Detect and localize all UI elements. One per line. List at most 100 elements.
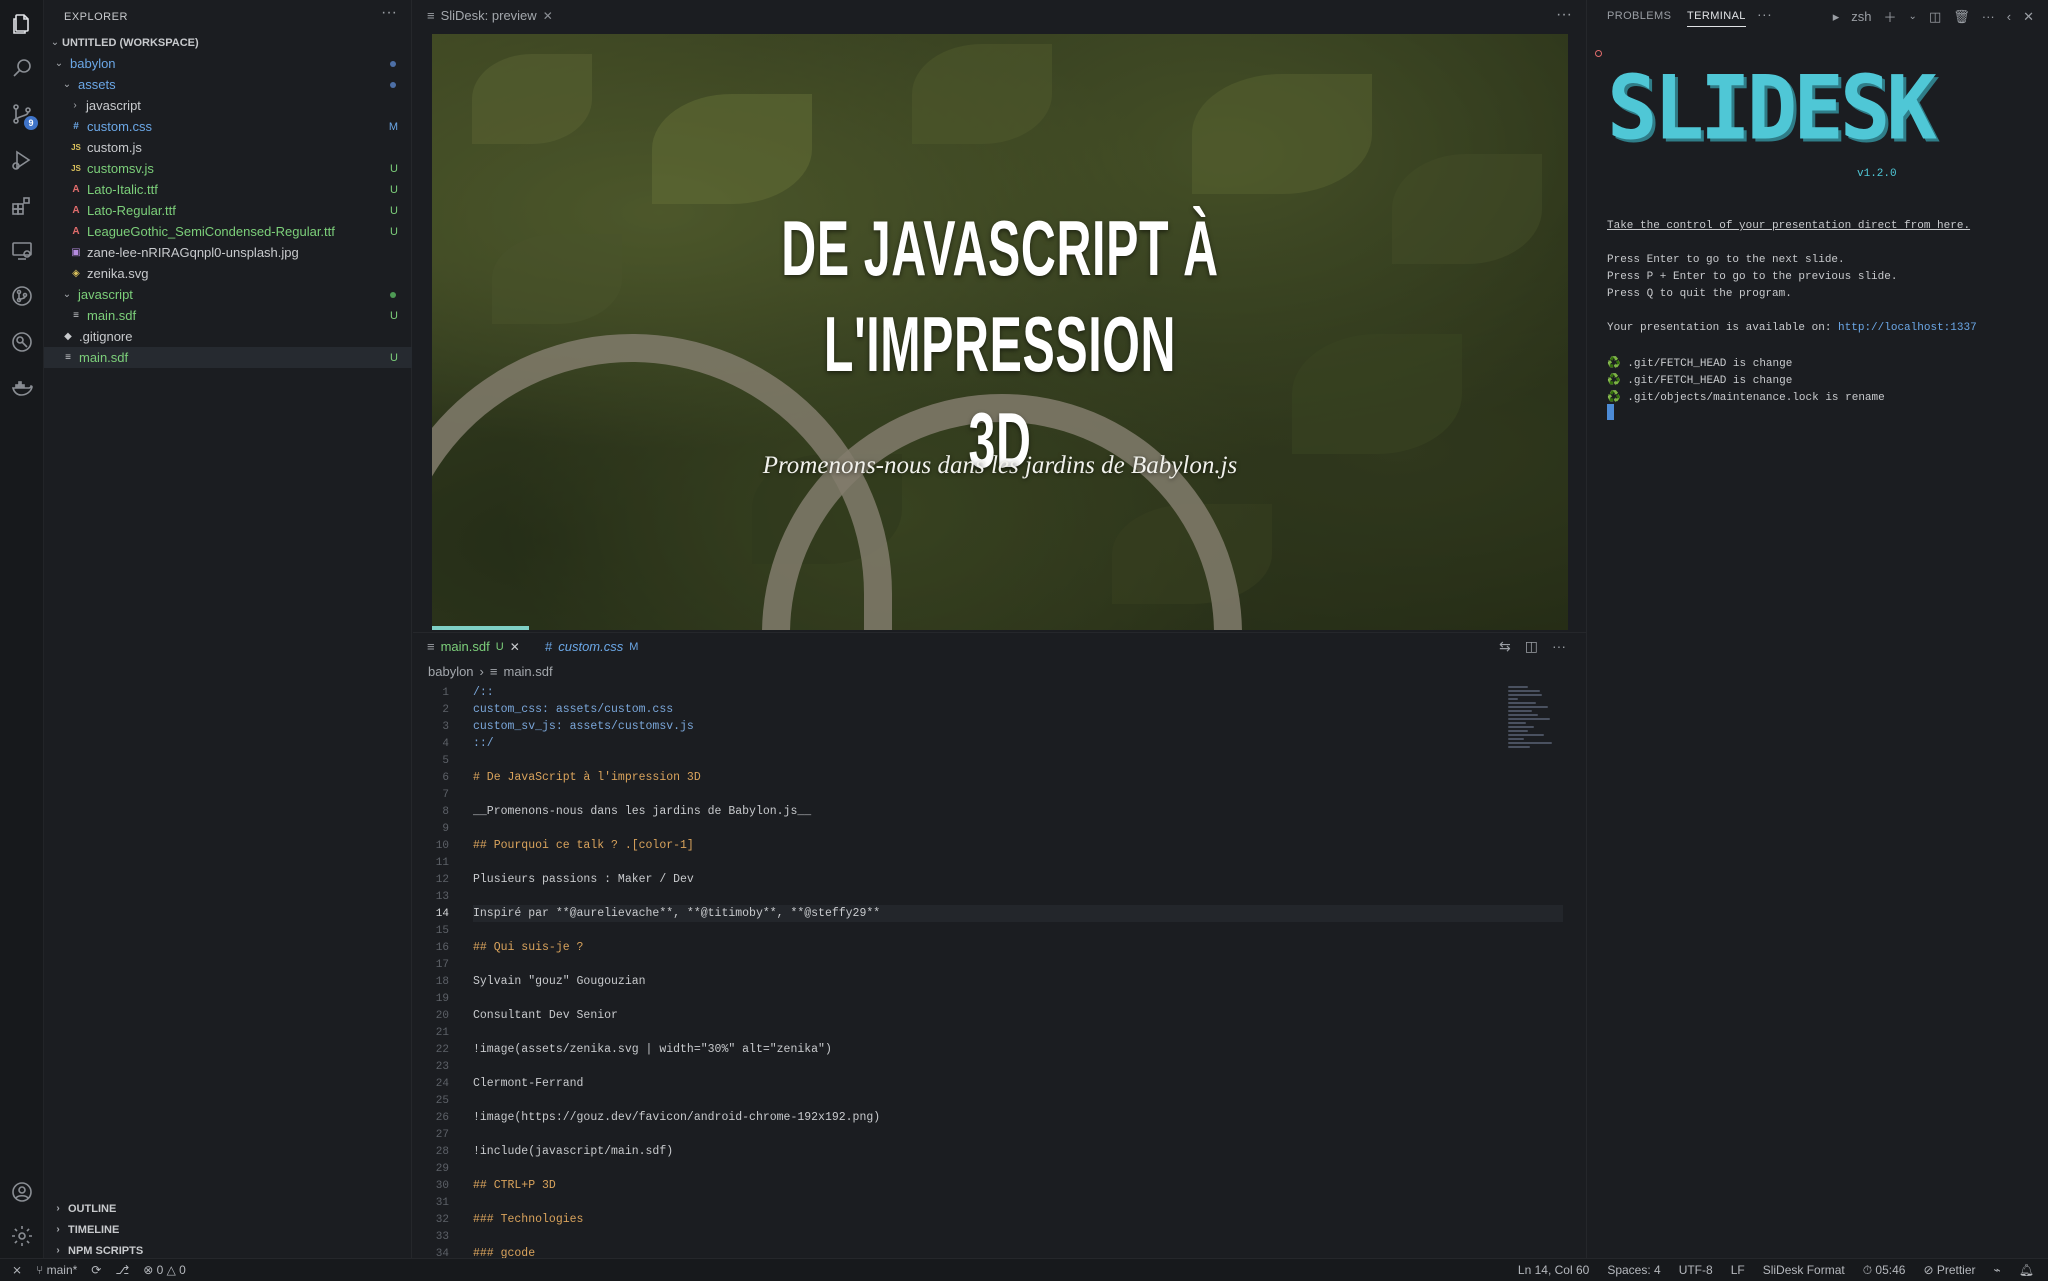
terminal-shell-name[interactable]: zsh bbox=[1851, 9, 1871, 24]
code-line[interactable]: 4::/ bbox=[413, 735, 1513, 752]
breadcrumb-folder[interactable]: babylon bbox=[428, 664, 474, 679]
tree-item[interactable]: ◆ .gitignore bbox=[44, 326, 412, 347]
tree-item[interactable]: ≡ main.sdf U bbox=[44, 347, 412, 368]
code-line[interactable]: 18 Sylvain "gouz" Gougouzian bbox=[413, 973, 1513, 990]
settings-gear-icon[interactable] bbox=[8, 1222, 36, 1250]
close-icon[interactable]: ✕ bbox=[2023, 9, 2034, 25]
editor-more-icon[interactable]: ··· bbox=[1552, 638, 1566, 655]
code-line[interactable]: 14 Inspiré par **@aurelievache**, **@titi… bbox=[436, 905, 1563, 922]
close-icon[interactable]: ✕ bbox=[510, 640, 520, 654]
split-editor-icon[interactable]: ◫ bbox=[1525, 638, 1538, 655]
account-icon[interactable] bbox=[8, 1178, 36, 1206]
code-line[interactable]: 23 bbox=[413, 1058, 1513, 1075]
tree-item[interactable]: ⌄ javascript bbox=[44, 284, 412, 305]
extensions-icon[interactable] bbox=[8, 192, 36, 220]
code-line[interactable]: 16 ## Qui suis-je ? bbox=[413, 939, 1513, 956]
chevron-down-icon[interactable]: ⌄ bbox=[1909, 11, 1917, 22]
code-line[interactable]: 25 bbox=[413, 1092, 1513, 1109]
section-timeline[interactable]: › TIMELINE bbox=[44, 1219, 412, 1240]
code-line[interactable]: 21 bbox=[413, 1024, 1513, 1041]
code-line[interactable]: 27 bbox=[413, 1126, 1513, 1143]
new-terminal-icon[interactable]: ＋ bbox=[1884, 7, 1897, 26]
remote-explorer-icon[interactable] bbox=[8, 236, 36, 264]
code-line[interactable]: 20 Consultant Dev Senior bbox=[413, 1007, 1513, 1024]
trash-icon[interactable]: 🗑 bbox=[1953, 9, 1970, 25]
git-graph-icon[interactable] bbox=[8, 282, 36, 310]
branch-item[interactable]: ⑂ main* bbox=[36, 1263, 77, 1277]
remote-icon[interactable]: ⨯ bbox=[12, 1263, 22, 1277]
tab-terminal[interactable]: TERMINAL bbox=[1687, 10, 1746, 27]
tab-problems[interactable]: PROBLEMS bbox=[1607, 10, 1671, 22]
git-graph-status-icon[interactable]: ⎇ bbox=[115, 1263, 129, 1277]
code-line[interactable]: 34 ### gcode bbox=[413, 1245, 1513, 1258]
code-line[interactable]: 2 custom_css: assets/custom.css bbox=[413, 701, 1513, 718]
tree-item[interactable]: A LeagueGothic_SemiCondensed-Regular.ttf U bbox=[44, 221, 412, 242]
search-icon[interactable] bbox=[8, 54, 36, 82]
explorer-more-icon[interactable]: ··· bbox=[381, 4, 397, 22]
tree-item[interactable]: › javascript bbox=[44, 95, 412, 116]
code-editor[interactable]: 1 /:: 2 custom_css: assets/custom.css 3 custo… bbox=[413, 684, 1586, 1258]
minimap[interactable] bbox=[1508, 684, 1552, 764]
compare-changes-icon[interactable]: ⇆ bbox=[1499, 638, 1511, 655]
sync-icon[interactable]: ⟳ bbox=[91, 1263, 101, 1277]
notifications-icon[interactable]: 🔔︎ bbox=[2019, 1263, 2034, 1277]
code-line[interactable]: 5 bbox=[413, 752, 1513, 769]
code-line[interactable]: 7 bbox=[413, 786, 1513, 803]
code-line[interactable]: 15 bbox=[413, 922, 1513, 939]
code-line[interactable]: 19 bbox=[413, 990, 1513, 1007]
code-line[interactable]: 17 bbox=[413, 956, 1513, 973]
tree-item[interactable]: JS custom.js bbox=[44, 137, 412, 158]
presentation-url-link[interactable]: http://localhost:1337 bbox=[1838, 322, 1977, 334]
end-of-line[interactable]: LF bbox=[1731, 1263, 1745, 1277]
cursor-position[interactable]: Ln 14, Col 60 bbox=[1518, 1263, 1589, 1277]
tree-item[interactable]: ⌄ babylon bbox=[44, 53, 412, 74]
code-line[interactable]: 29 bbox=[413, 1160, 1513, 1177]
workspace-header[interactable]: ⌄ UNTITLED (WORKSPACE) bbox=[44, 32, 412, 53]
gitlens-icon[interactable] bbox=[8, 328, 36, 356]
tab-slidesk-preview[interactable]: ≡ SliDesk: preview ✕ bbox=[427, 8, 553, 23]
code-line[interactable]: 31 bbox=[413, 1194, 1513, 1211]
split-terminal-icon[interactable]: ◫ bbox=[1929, 9, 1941, 25]
explorer-icon[interactable] bbox=[8, 10, 36, 38]
chevron-left-icon[interactable]: ‹ bbox=[2007, 9, 2011, 24]
tree-item[interactable]: ≡ main.sdf U bbox=[44, 305, 412, 326]
tree-item[interactable]: # custom.css M bbox=[44, 116, 412, 137]
encoding[interactable]: UTF-8 bbox=[1679, 1263, 1713, 1277]
indentation[interactable]: Spaces: 4 bbox=[1607, 1263, 1660, 1277]
code-line[interactable]: 8 __Promenons-nous dans les jardins de Ba… bbox=[413, 803, 1513, 820]
tab-custom-css[interactable]: # custom.css M bbox=[545, 639, 638, 654]
language-mode[interactable]: SliDesk Format bbox=[1763, 1263, 1845, 1277]
close-icon[interactable]: ✕ bbox=[543, 9, 553, 23]
code-line[interactable]: 28 !include(javascript/main.sdf) bbox=[413, 1143, 1513, 1160]
code-line[interactable]: 30 ## CTRL+P 3D bbox=[413, 1177, 1513, 1194]
prettier-item[interactable]: ⊘ Prettier bbox=[1923, 1263, 1975, 1277]
code-line[interactable]: 3 custom_sv_js: assets/customsv.js bbox=[413, 718, 1513, 735]
preview-more-icon[interactable]: ··· bbox=[1556, 6, 1572, 24]
breadcrumb-file[interactable]: main.sdf bbox=[503, 664, 552, 679]
panel-more-icon[interactable]: ··· bbox=[1757, 6, 1772, 22]
run-debug-icon[interactable] bbox=[8, 146, 36, 174]
code-line[interactable]: 33 bbox=[413, 1228, 1513, 1245]
code-line[interactable]: 1 /:: bbox=[413, 684, 1513, 701]
code-line[interactable]: 24 Clermont-Ferrand bbox=[413, 1075, 1513, 1092]
slide-preview[interactable]: DE JAVASCRIPT À L'IMPRESSION 3D Promenon… bbox=[432, 34, 1568, 630]
tree-item[interactable]: ⌄ assets bbox=[44, 74, 412, 95]
tree-item[interactable]: ▣ zane-lee-nRIRAGqnpl0-unsplash.jpg bbox=[44, 242, 412, 263]
code-line[interactable]: 32 ### Technologies bbox=[413, 1211, 1513, 1228]
code-line[interactable]: 26 !image(https://gouz.dev/favicon/androi… bbox=[413, 1109, 1513, 1126]
panel-more-icon[interactable]: ··· bbox=[1982, 9, 1995, 24]
code-line[interactable]: 6 # De JavaScript à l'impression 3D bbox=[413, 769, 1513, 786]
broadcast-icon[interactable]: ⌁ bbox=[1994, 1263, 2001, 1277]
tree-item[interactable]: A Lato-Regular.ttf U bbox=[44, 200, 412, 221]
section-outline[interactable]: › OUTLINE bbox=[44, 1198, 412, 1219]
problems-item[interactable]: ⊗ 0 △ 0 bbox=[143, 1263, 186, 1277]
tree-item[interactable]: ◈ zenika.svg bbox=[44, 263, 412, 284]
terminal[interactable]: SLIDESK v1.2.0 Take the control of your … bbox=[1586, 34, 2048, 1258]
code-line[interactable]: 9 bbox=[413, 820, 1513, 837]
tree-item[interactable]: A Lato-Italic.ttf U bbox=[44, 179, 412, 200]
source-control-icon[interactable]: 9 bbox=[8, 100, 38, 130]
docker-icon[interactable] bbox=[8, 374, 36, 402]
code-line[interactable]: 11 bbox=[413, 854, 1513, 871]
code-line[interactable]: 22 !image(assets/zenika.svg | width="30%"… bbox=[413, 1041, 1513, 1058]
code-line[interactable]: 12 Plusieurs passions : Maker / Dev bbox=[413, 871, 1513, 888]
